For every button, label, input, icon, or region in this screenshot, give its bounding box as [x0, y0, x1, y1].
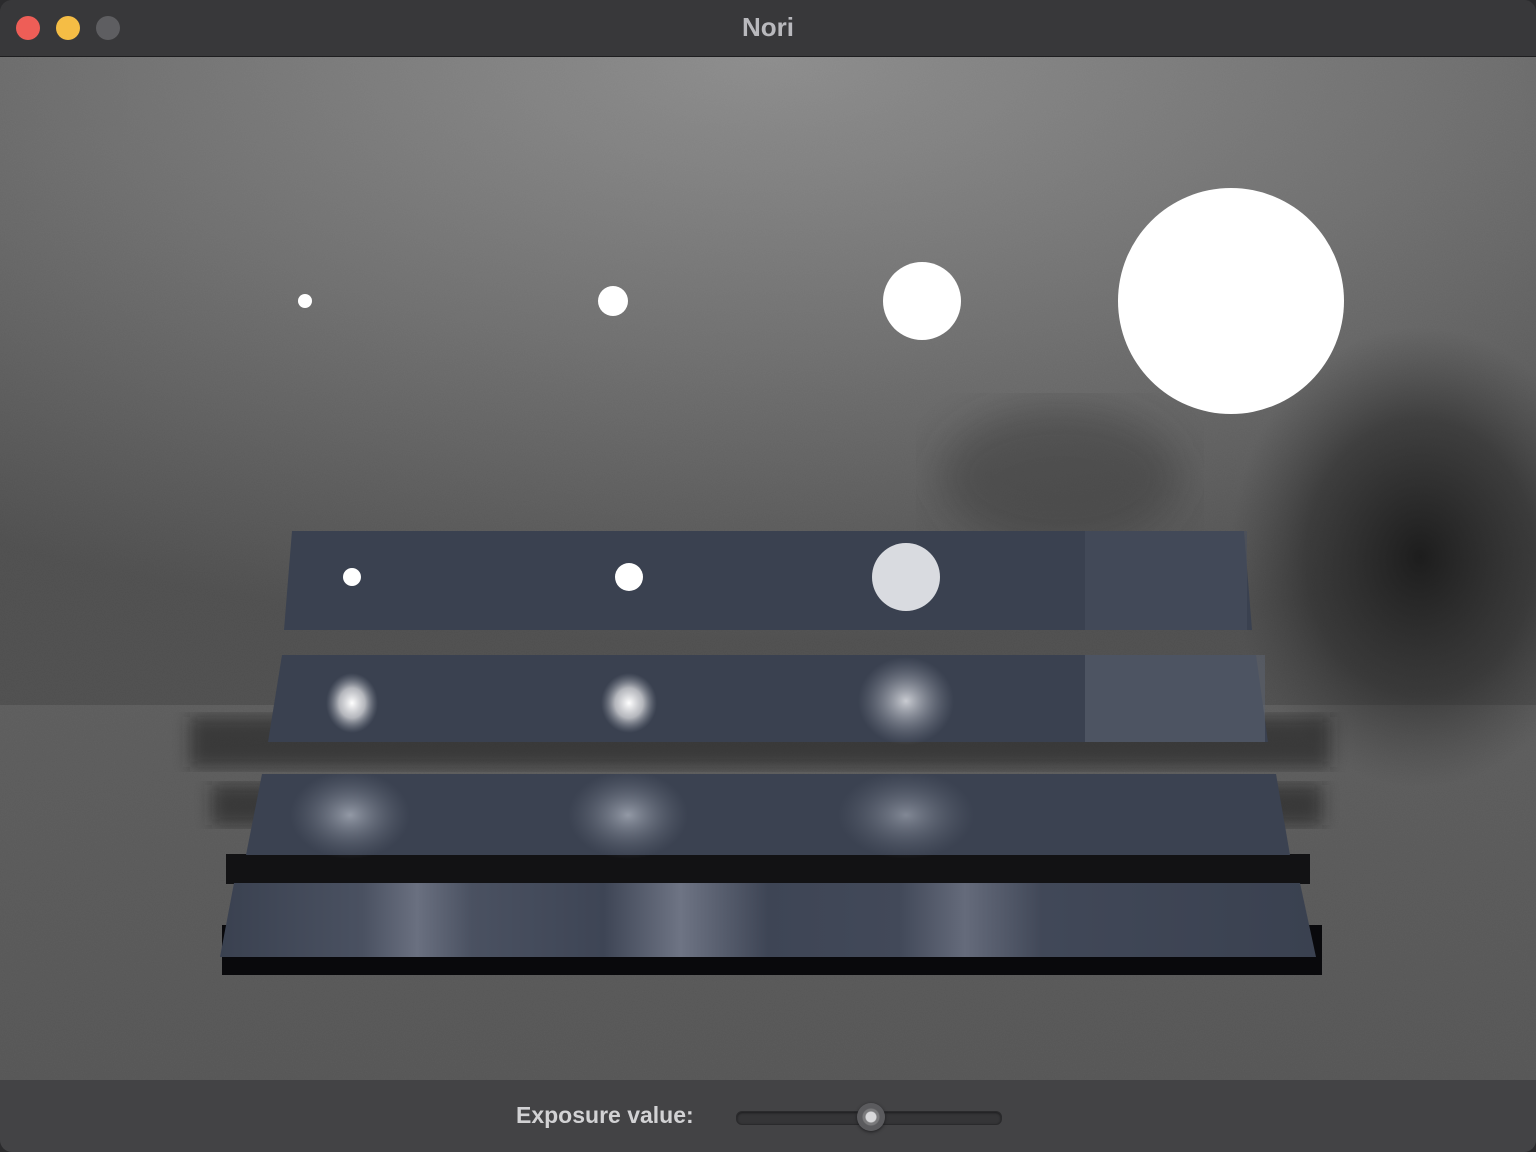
shadow-center — [940, 407, 1180, 547]
plate-1-reflection-1 — [343, 568, 361, 586]
exposure-label: Exposure value: — [516, 1102, 694, 1128]
plate-2-reflection-2 — [601, 673, 657, 733]
plate-shadow-4 — [226, 854, 1310, 884]
plate-3-reflection-2 — [568, 771, 688, 859]
plate-1-reflection-2 — [615, 563, 643, 591]
plate-1-reflection-4 — [1085, 531, 1247, 630]
exposure-slider-thumb[interactable] — [857, 1103, 885, 1131]
light-sphere-1 — [298, 294, 312, 308]
plate-2-reflection-3 — [858, 657, 954, 745]
plate-4 — [220, 883, 1316, 957]
plate-2-reflection-4 — [1085, 655, 1265, 742]
plate-3-reflection-1 — [290, 771, 410, 859]
render-view — [0, 57, 1536, 1080]
title-bar[interactable]: Nori — [0, 0, 1536, 57]
plate-2-reflection-1 — [326, 673, 378, 733]
window-title: Nori — [742, 12, 794, 42]
plate-1-reflection-3 — [872, 543, 940, 611]
light-sphere-2 — [598, 286, 628, 316]
app-window: Nori Exposure value: — [0, 0, 1536, 1152]
plate-3-reflection-3 — [838, 771, 974, 859]
light-sphere-4 — [1118, 188, 1344, 414]
light-sphere-3 — [883, 262, 961, 340]
